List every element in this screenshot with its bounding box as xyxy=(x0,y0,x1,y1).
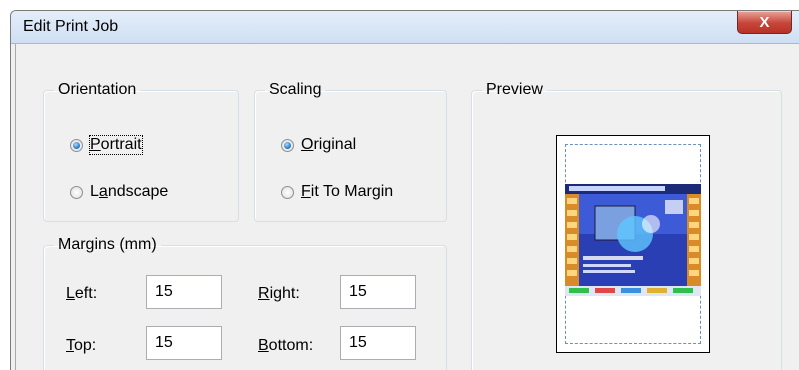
fit-to-margin-option[interactable]: Fit To Margin xyxy=(281,183,393,201)
landscape-option[interactable]: Landscape xyxy=(70,183,168,201)
bottom-margin-input[interactable] xyxy=(340,326,416,360)
title-bar[interactable]: Edit Print Job X xyxy=(11,11,799,44)
top-margin-label: Top: xyxy=(66,337,97,354)
fit-to-margin-radio[interactable] xyxy=(281,185,294,199)
preview-page xyxy=(556,135,710,353)
orientation-legend: Orientation xyxy=(58,81,137,98)
close-icon: X xyxy=(759,13,770,31)
fit-to-margin-label: Fit To Margin xyxy=(301,183,394,200)
landscape-radio[interactable] xyxy=(70,185,83,199)
bottom-margin-label: Bottom: xyxy=(258,337,314,354)
close-button[interactable]: X xyxy=(737,11,792,34)
left-margin-input[interactable] xyxy=(146,275,222,309)
right-margin-input[interactable] xyxy=(340,275,416,309)
margins-legend: Margins (mm) xyxy=(58,236,157,253)
scaling-legend: Scaling xyxy=(269,81,322,98)
left-margin-label: Left: xyxy=(66,285,98,302)
original-label: Original xyxy=(301,136,357,153)
preview-legend: Preview xyxy=(486,81,543,98)
preview-thumbnail-image xyxy=(565,184,701,296)
right-margin-label: Right: xyxy=(258,285,300,302)
portrait-label: Portrait xyxy=(89,135,143,155)
original-option[interactable]: Original xyxy=(281,136,356,154)
top-margin-input[interactable] xyxy=(146,326,222,360)
portrait-radio[interactable] xyxy=(70,138,83,152)
landscape-label: Landscape xyxy=(90,183,169,200)
portrait-option[interactable]: Portrait xyxy=(70,135,143,155)
edit-print-job-dialog: Edit Print Job X Orientation Portrait La… xyxy=(10,10,799,370)
dialog-title: Edit Print Job xyxy=(23,18,119,35)
original-radio[interactable] xyxy=(281,138,294,152)
